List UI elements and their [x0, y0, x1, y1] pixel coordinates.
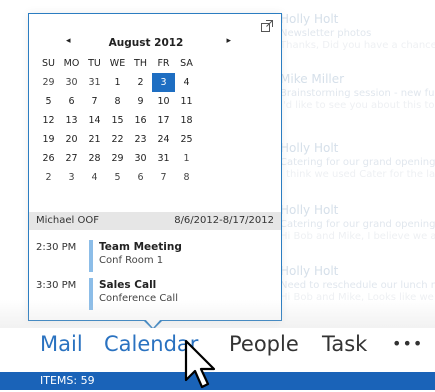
- calendar-day[interactable]: 19: [37, 130, 60, 149]
- mail-subject: Newsletter photos: [280, 28, 372, 39]
- month-navigator: ◂ August 2012 ▸: [61, 35, 231, 53]
- week-row: 26 27 28 29 30 31 1: [37, 149, 198, 168]
- calendar-day[interactable]: 16: [129, 111, 152, 130]
- calendar-day[interactable]: 23: [129, 130, 152, 149]
- calendar-day[interactable]: 3: [152, 73, 175, 92]
- calendar-day[interactable]: 15: [106, 111, 129, 130]
- weekday-label: FR: [157, 58, 170, 69]
- mail-from: Holly Holt: [280, 12, 339, 26]
- calendar-day[interactable]: 13: [60, 111, 83, 130]
- event-dates: 8/6/2012-8/17/2012: [174, 215, 274, 226]
- next-month-icon[interactable]: ▸: [226, 36, 231, 46]
- calendar-day[interactable]: 2: [129, 73, 152, 92]
- calendar-day[interactable]: 9: [129, 92, 152, 111]
- week-row: 19 20 21 22 23 24 25: [37, 130, 198, 149]
- mail-from: Holly Holt: [280, 264, 339, 278]
- mail-from: Mike Miller: [280, 72, 345, 86]
- calendar-day[interactable]: 25: [175, 130, 198, 149]
- calendar-day[interactable]: 30: [129, 149, 152, 168]
- calendar-day[interactable]: 21: [83, 130, 106, 149]
- weekday-label: TU: [88, 58, 101, 69]
- mail-subject: Need to reschedule our lunch m: [280, 280, 435, 291]
- calendar-day[interactable]: 1: [175, 149, 198, 168]
- calendar-day[interactable]: 11: [175, 92, 198, 111]
- appointment-time: 2:30 PM: [36, 242, 77, 253]
- appointment-title: Team Meeting: [99, 241, 182, 253]
- list-item[interactable]: Holly Holt Catering for our grand openin…: [280, 203, 435, 242]
- calendar-day[interactable]: 30: [60, 73, 83, 92]
- calendar-day[interactable]: 29: [106, 149, 129, 168]
- calendar-day[interactable]: 2: [37, 168, 60, 187]
- calendar-day[interactable]: 18: [175, 111, 198, 130]
- appointment-location: Conf Room 1: [99, 255, 164, 266]
- all-day-event[interactable]: Michael OOF 8/6/2012-8/17/2012: [29, 212, 281, 230]
- weekday-header-row: SU MO TU WE TH FR SA: [37, 54, 198, 73]
- date-grid: SU MO TU WE TH FR SA 29 30 31 1 2 3 4 5 6 7 8 9 10 11…: [37, 54, 198, 187]
- calendar-day[interactable]: 14: [83, 111, 106, 130]
- list-item[interactable]: Holly Holt Newsletter photos Thanks, Did…: [280, 12, 435, 51]
- mail-subject: Catering for our grand opening: [280, 219, 435, 230]
- calendar-day[interactable]: 12: [37, 111, 60, 130]
- weekday-label: SA: [180, 58, 193, 69]
- week-row: 29 30 31 1 2 3 4: [37, 73, 198, 92]
- calendar-day[interactable]: 29: [37, 73, 60, 92]
- mouse-pointer-icon: [184, 339, 216, 389]
- mail-subject: Catering for our grand opening: [280, 157, 435, 168]
- calendar-day[interactable]: 17: [152, 111, 175, 130]
- calendar-day[interactable]: 7: [83, 92, 106, 111]
- calendar-day[interactable]: 22: [106, 130, 129, 149]
- mail-preview: Hi Bob and Mike, I believe we are: [280, 231, 435, 242]
- month-title: August 2012: [108, 37, 184, 49]
- calendar-day[interactable]: 7: [152, 168, 175, 187]
- mail-preview: Thanks, Did you have a chance to: [280, 40, 435, 51]
- mail-from: Holly Holt: [280, 203, 339, 217]
- list-item[interactable]: Mike Miller Brainstorming session - new …: [280, 72, 435, 111]
- calendar-day[interactable]: 24: [152, 130, 175, 149]
- week-row: 12 13 14 15 16 17 18: [37, 111, 198, 130]
- mail-preview: I'd like to see you about this topic: [280, 100, 435, 111]
- calendar-day[interactable]: 20: [60, 130, 83, 149]
- calendar-day[interactable]: 8: [106, 92, 129, 111]
- week-row: 5 6 7 8 9 10 11: [37, 92, 198, 111]
- event-name: Michael OOF: [36, 215, 99, 226]
- popout-icon[interactable]: [260, 19, 274, 33]
- calendar-day[interactable]: 1: [106, 73, 129, 92]
- week-row: 2345678: [37, 168, 198, 187]
- appointment-color-bar: [89, 240, 93, 272]
- calendar-peek-popup: ◂ August 2012 ▸ SU MO TU WE TH FR SA 29 3…: [28, 13, 282, 321]
- calendar-day[interactable]: 28: [83, 149, 106, 168]
- list-item[interactable]: Holly Holt Need to reschedule our lunch …: [280, 264, 435, 303]
- calendar-day[interactable]: 4: [83, 168, 106, 187]
- calendar-day[interactable]: 26: [37, 149, 60, 168]
- calendar-day[interactable]: 5: [106, 168, 129, 187]
- mail-subject: Brainstorming session - new fur: [280, 88, 435, 99]
- calendar-day[interactable]: 3: [60, 168, 83, 187]
- nav-more-icon[interactable]: •••: [392, 334, 423, 353]
- mail-preview: I think we used Cater for the last: [280, 169, 435, 180]
- weekday-label: TH: [134, 58, 147, 69]
- calendar-day[interactable]: 5: [37, 92, 60, 111]
- nav-task[interactable]: Task: [322, 332, 367, 356]
- background-mail-list: Holly Holt Newsletter photos Thanks, Did…: [280, 0, 435, 330]
- calendar-day[interactable]: 10: [152, 92, 175, 111]
- appointment-item[interactable]: 2:30 PM Team Meeting Conf Room 1: [29, 240, 281, 276]
- mail-from: Holly Holt: [280, 141, 339, 155]
- calendar-day[interactable]: 31: [152, 149, 175, 168]
- calendar-day[interactable]: 6: [129, 168, 152, 187]
- calendar-day[interactable]: 31: [83, 73, 106, 92]
- calendar-day[interactable]: 27: [60, 149, 83, 168]
- nav-people[interactable]: People: [229, 332, 299, 356]
- items-count: ITEMS: 59: [40, 374, 95, 387]
- appointment-time: 3:30 PM: [36, 280, 77, 291]
- calendar-day[interactable]: 8: [175, 168, 198, 187]
- list-item[interactable]: Holly Holt Catering for our grand openin…: [280, 141, 435, 180]
- appointment-title: Sales Call: [99, 279, 157, 291]
- weekday-label: WE: [109, 58, 126, 69]
- calendar-day[interactable]: 6: [60, 92, 83, 111]
- nav-mail[interactable]: Mail: [40, 332, 83, 356]
- weekday-label: MO: [63, 58, 80, 69]
- weekday-label: SU: [42, 58, 55, 69]
- calendar-day[interactable]: 4: [175, 73, 198, 92]
